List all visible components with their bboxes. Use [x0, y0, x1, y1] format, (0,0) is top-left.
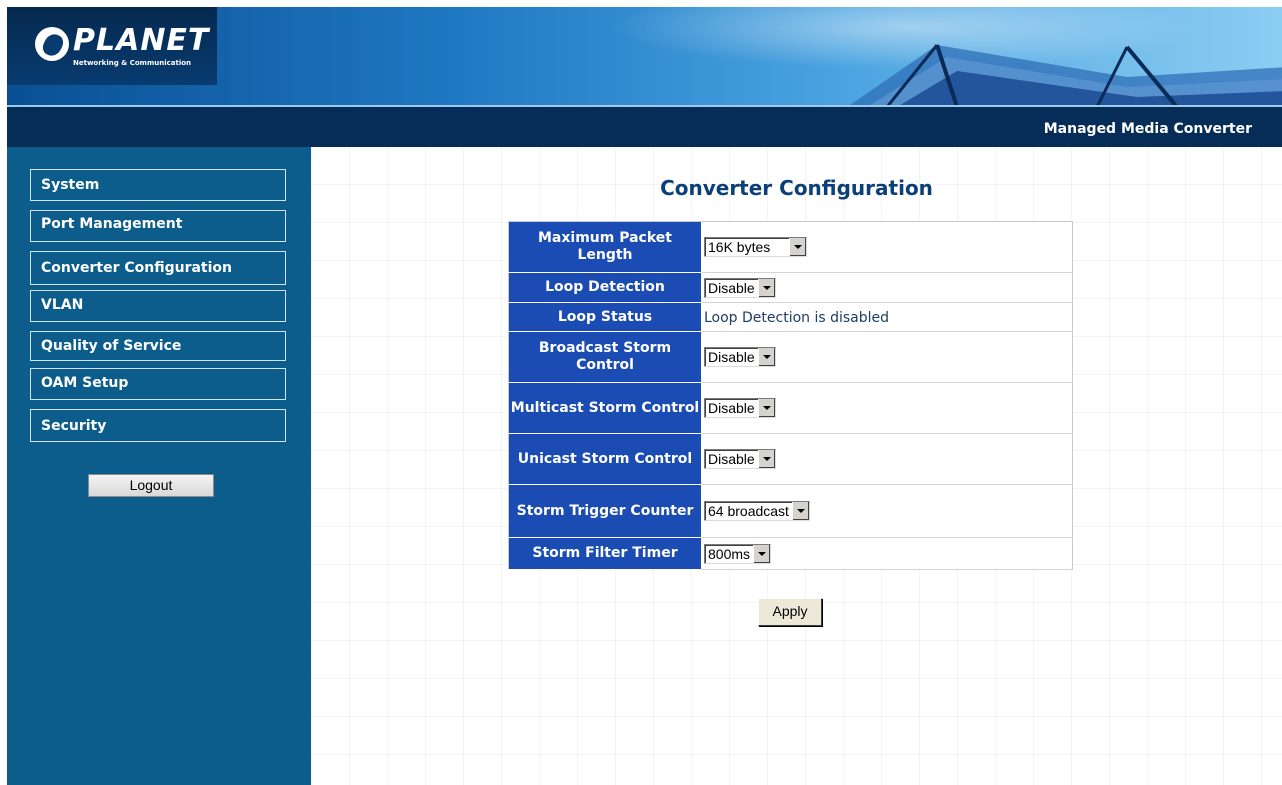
select-value: 16K bytes: [708, 239, 771, 255]
sidebar-item-vlan[interactable]: VLAN: [30, 290, 286, 322]
broadcast-storm-control-select[interactable]: Disable: [704, 347, 776, 367]
building-graphic: [849, 44, 1282, 105]
sidebar-item-oam-setup[interactable]: OAM Setup: [30, 368, 286, 400]
table-row: Loop Detection Disable: [508, 272, 1073, 303]
chevron-down-icon[interactable]: [753, 544, 771, 563]
value-cell: 800ms: [701, 537, 1073, 570]
loop-detection-select[interactable]: Disable: [704, 277, 776, 298]
value-cell: Disable: [701, 272, 1073, 303]
select-value: Disable: [708, 451, 755, 467]
chevron-down-icon[interactable]: [757, 450, 775, 468]
sidebar-item-quality-of-service[interactable]: Quality of Service: [30, 331, 286, 361]
value-cell: Disable: [701, 382, 1073, 434]
sidebar-item-security[interactable]: Security: [30, 409, 286, 442]
loop-status-label: Loop Status: [508, 302, 701, 332]
value-cell: Disable: [701, 331, 1073, 383]
loop-detection-label: Loop Detection: [508, 272, 701, 303]
table-row: Storm Filter Timer 800ms: [508, 537, 1073, 570]
table-row: Unicast Storm Control Disable: [508, 433, 1073, 485]
chevron-down-icon[interactable]: [789, 238, 806, 256]
chevron-down-icon[interactable]: [791, 502, 809, 520]
select-value: Disable: [708, 349, 755, 365]
select-value: Disable: [708, 400, 755, 416]
table-row: Loop Status Loop Detection is disabled: [508, 302, 1073, 332]
sidebar-item-system[interactable]: System: [30, 169, 286, 201]
table-row: Storm Trigger Counter 64 broadcast: [508, 484, 1073, 538]
converter-config-table: Maximum Packet Length 16K bytes Loop Det…: [508, 221, 1073, 570]
chevron-down-icon[interactable]: [757, 348, 775, 366]
select-value: 64 broadcast: [708, 503, 789, 519]
planet-logo: PLANET Networking & Communication: [7, 7, 217, 85]
sidebar: System Port Management Converter Configu…: [7, 147, 311, 785]
loop-status-value: Loop Detection is disabled: [704, 309, 890, 326]
value-cell: 64 broadcast: [701, 484, 1073, 538]
table-row: Maximum Packet Length 16K bytes: [508, 221, 1073, 273]
max-packet-length-label: Maximum Packet Length: [508, 221, 701, 273]
select-value: 800ms: [708, 545, 751, 562]
multicast-storm-control-select[interactable]: Disable: [704, 398, 776, 418]
apply-button[interactable]: Apply: [758, 598, 822, 626]
storm-trigger-counter-select[interactable]: 64 broadcast: [704, 501, 810, 521]
value-cell: Loop Detection is disabled: [701, 302, 1073, 332]
max-packet-length-select[interactable]: 16K bytes: [704, 237, 807, 257]
logo-subtitle: Networking & Communication: [73, 59, 192, 67]
value-cell: 16K bytes: [701, 221, 1073, 273]
logout-button[interactable]: Logout: [88, 474, 214, 497]
storm-filter-timer-select[interactable]: 800ms: [704, 543, 772, 564]
unicast-storm-control-label: Unicast Storm Control: [508, 433, 701, 485]
sidebar-item-port-management[interactable]: Port Management: [30, 210, 286, 242]
select-value: Disable: [708, 279, 755, 296]
main-content: Converter Configuration Maximum Packet L…: [311, 147, 1282, 785]
chevron-down-icon[interactable]: [757, 278, 775, 297]
storm-trigger-counter-label: Storm Trigger Counter: [508, 484, 701, 538]
table-row: Broadcast Storm Control Disable: [508, 331, 1073, 383]
storm-filter-timer-label: Storm Filter Timer: [508, 537, 701, 570]
broadcast-storm-control-label: Broadcast Storm Control: [508, 331, 701, 383]
page-title: Converter Configuration: [660, 176, 933, 200]
chevron-down-icon[interactable]: [757, 399, 775, 417]
title-bar: Managed Media Converter: [7, 105, 1282, 147]
multicast-storm-control-label: Multicast Storm Control: [508, 382, 701, 434]
table-row: Multicast Storm Control Disable: [508, 382, 1073, 434]
logo-text: PLANET: [73, 23, 210, 58]
sidebar-item-converter-configuration[interactable]: Converter Configuration: [30, 251, 286, 285]
product-title: Managed Media Converter: [1043, 121, 1252, 137]
value-cell: Disable: [701, 433, 1073, 485]
header-banner: PLANET Networking & Communication: [7, 7, 1282, 105]
planet-logo-icon: [35, 27, 69, 61]
unicast-storm-control-select[interactable]: Disable: [704, 449, 776, 469]
